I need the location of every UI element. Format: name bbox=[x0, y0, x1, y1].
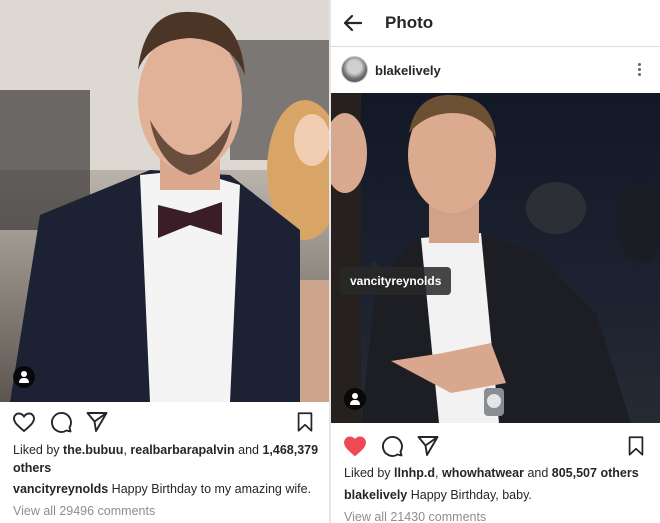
avatar[interactable] bbox=[341, 56, 368, 83]
bookmark-icon[interactable] bbox=[625, 434, 647, 458]
page-title: Photo bbox=[385, 13, 434, 32]
likes-prefix: Liked by bbox=[13, 443, 60, 457]
likes-separator: , bbox=[123, 443, 127, 457]
comment-icon[interactable] bbox=[48, 410, 74, 434]
photo-illustration bbox=[331, 93, 660, 423]
action-bar bbox=[331, 428, 660, 464]
bookmark-icon[interactable] bbox=[294, 410, 316, 434]
caption: blakelively Happy Birthday, baby. bbox=[344, 486, 654, 504]
likes-and: and bbox=[527, 466, 549, 480]
likes-count[interactable]: 1,468,379 bbox=[262, 443, 318, 457]
caption: vancityreynolds Happy Birthday to my ama… bbox=[13, 480, 323, 498]
more-vertical-icon[interactable] bbox=[631, 61, 647, 79]
caption-text: Happy Birthday, baby. bbox=[410, 488, 532, 502]
liker-username[interactable]: the.bubuu bbox=[63, 443, 123, 457]
post-photo[interactable] bbox=[0, 0, 329, 402]
heart-icon[interactable] bbox=[342, 434, 368, 458]
post-photo[interactable] bbox=[331, 93, 660, 423]
share-icon[interactable] bbox=[415, 434, 441, 458]
caption-username[interactable]: vancityreynolds bbox=[13, 482, 108, 496]
likes-summary: Liked by llnhp.d, whowhatwear and 805,50… bbox=[344, 464, 654, 482]
liker-username[interactable]: whowhatwear bbox=[442, 466, 524, 480]
heart-icon[interactable] bbox=[11, 410, 37, 434]
likes-others[interactable]: others bbox=[600, 466, 638, 480]
tag-label[interactable]: vancityreynolds bbox=[340, 261, 452, 295]
caption-text: Happy Birthday to my amazing wife. bbox=[111, 482, 312, 496]
likes-count[interactable]: 805,507 bbox=[552, 466, 597, 480]
likes-prefix: Liked by bbox=[344, 466, 391, 480]
action-bar bbox=[0, 404, 329, 440]
share-icon[interactable] bbox=[84, 410, 110, 434]
photo-illustration bbox=[0, 0, 329, 402]
liker-username[interactable]: llnhp.d bbox=[394, 466, 435, 480]
arrow-left-icon[interactable] bbox=[341, 11, 365, 35]
comment-icon[interactable] bbox=[379, 434, 405, 458]
liker-username[interactable]: realbarbarapalvin bbox=[130, 443, 234, 457]
view-comments-link[interactable]: View all 29496 comments bbox=[13, 502, 323, 520]
likes-others[interactable]: others bbox=[13, 461, 51, 475]
likes-separator: , bbox=[435, 466, 439, 480]
post-username[interactable]: blakelively bbox=[375, 63, 441, 78]
post-header: blakelively bbox=[331, 47, 660, 93]
right-post: Photo blakelively vancityreynolds Liked … bbox=[331, 0, 660, 523]
person-tag-icon[interactable] bbox=[13, 366, 35, 388]
left-post: Liked by the.bubuu, realbarbarapalvin an… bbox=[0, 0, 329, 523]
person-tag-icon[interactable] bbox=[344, 388, 366, 410]
top-bar: Photo bbox=[331, 0, 660, 47]
likes-and: and bbox=[238, 443, 259, 457]
likes-summary: Liked by the.bubuu, realbarbarapalvin an… bbox=[13, 441, 323, 477]
caption-username[interactable]: blakelively bbox=[344, 488, 407, 502]
view-comments-link[interactable]: View all 21430 comments bbox=[344, 508, 654, 523]
